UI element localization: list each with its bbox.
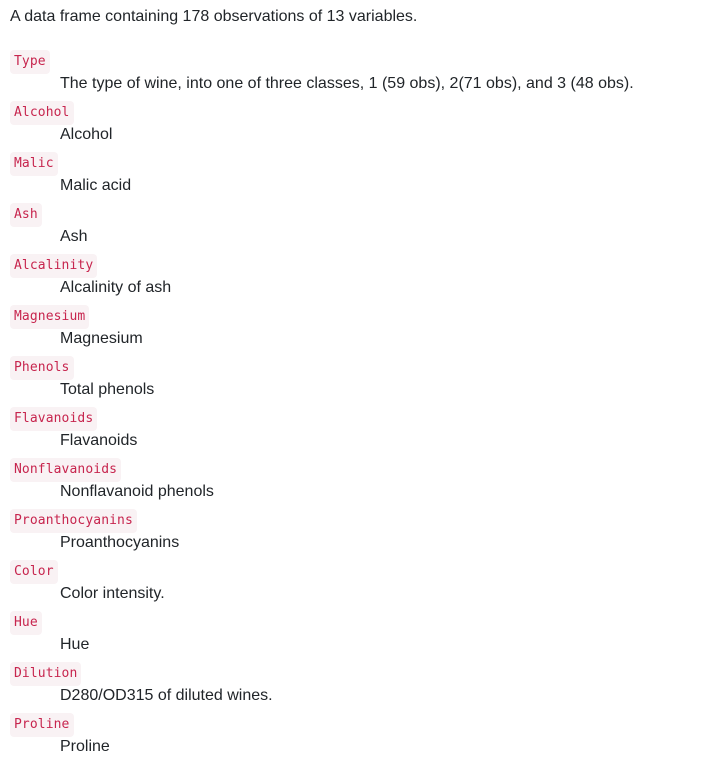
variable-name: Magnesium bbox=[10, 305, 90, 329]
variable-entry: Alcalinity Alcalinity of ash bbox=[10, 253, 704, 304]
variable-description: Hue bbox=[60, 636, 90, 653]
variable-description: Magnesium bbox=[60, 330, 143, 347]
variable-name: Nonflavanoids bbox=[10, 458, 122, 482]
variable-description: Total phenols bbox=[60, 381, 155, 398]
variable-entry: Nonflavanoids Nonflavanoid phenols bbox=[10, 457, 704, 508]
variable-name: Flavanoids bbox=[10, 407, 98, 431]
variable-entry: Color Color intensity. bbox=[10, 559, 704, 610]
variable-entry: Ash Ash bbox=[10, 202, 704, 253]
variable-entry: Hue Hue bbox=[10, 610, 704, 661]
variable-name: Ash bbox=[10, 203, 42, 227]
variable-entry: Type The type of wine, into one of three… bbox=[10, 49, 704, 100]
variable-description: Proanthocyanins bbox=[60, 534, 180, 551]
variable-entry: Dilution D280/OD315 of diluted wines. bbox=[10, 661, 704, 712]
variable-list: Type The type of wine, into one of three… bbox=[10, 49, 704, 763]
variable-entry: Proline Proline bbox=[10, 712, 704, 763]
variable-name: Dilution bbox=[10, 662, 82, 686]
variable-name: Type bbox=[10, 50, 50, 74]
variable-description: Alcalinity of ash bbox=[60, 279, 172, 296]
variable-entry: Malic Malic acid bbox=[10, 151, 704, 202]
variable-name: Phenols bbox=[10, 356, 74, 380]
variable-description: Alcohol bbox=[60, 126, 113, 143]
variable-description: The type of wine, into one of three clas… bbox=[60, 75, 634, 92]
variable-name: Malic bbox=[10, 152, 58, 176]
variable-entry: Alcohol Alcohol bbox=[10, 100, 704, 151]
variable-description: Color intensity. bbox=[60, 585, 165, 602]
documentation-page: A data frame containing 178 observations… bbox=[0, 0, 704, 768]
variable-description: Proline bbox=[60, 738, 110, 755]
variable-description: Nonflavanoid phenols bbox=[60, 483, 214, 500]
variable-description: Malic acid bbox=[60, 177, 132, 194]
variable-entry: Proanthocyanins Proanthocyanins bbox=[10, 508, 704, 559]
dataset-summary: A data frame containing 178 observations… bbox=[10, 8, 418, 25]
variable-name: Color bbox=[10, 560, 58, 584]
variable-description: Ash bbox=[60, 228, 88, 245]
variable-entry: Phenols Total phenols bbox=[10, 355, 704, 406]
variable-name: Alcalinity bbox=[10, 254, 98, 278]
variable-entry: Flavanoids Flavanoids bbox=[10, 406, 704, 457]
variable-name: Proanthocyanins bbox=[10, 509, 137, 533]
variable-name: Proline bbox=[10, 713, 74, 737]
variable-entry: Magnesium Magnesium bbox=[10, 304, 704, 355]
variable-name: Alcohol bbox=[10, 101, 74, 125]
variable-description: D280/OD315 of diluted wines. bbox=[60, 687, 273, 704]
variable-name: Hue bbox=[10, 611, 42, 635]
variable-description: Flavanoids bbox=[60, 432, 138, 449]
